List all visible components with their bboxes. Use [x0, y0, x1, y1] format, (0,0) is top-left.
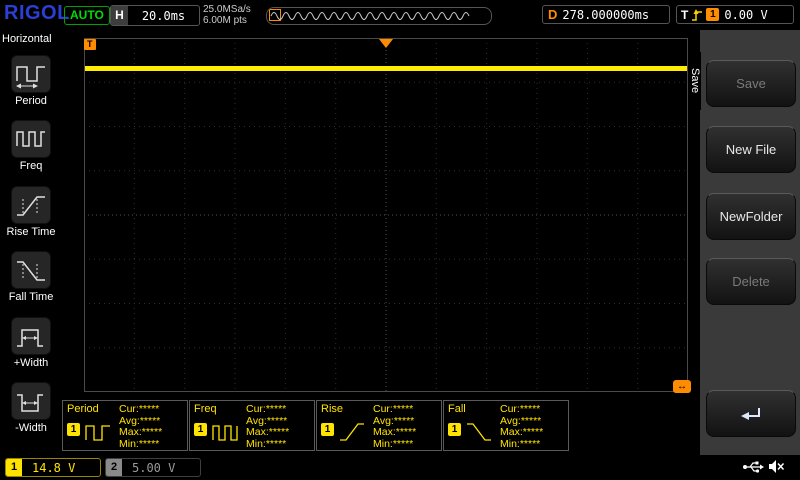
channel1-badge: 1: [6, 459, 22, 476]
max-value: Max:*****: [119, 427, 162, 439]
trigger-channel-badge: 1: [706, 8, 719, 21]
max-value: Max:*****: [373, 427, 416, 439]
measurement-freq[interactable]: Freq 1 Cur:***** Avg:***** Max:***** Min…: [189, 400, 315, 451]
period-icon: [11, 55, 51, 93]
plus-width-icon: [11, 317, 51, 355]
minus-width-icon: [11, 382, 51, 420]
measurement-values: Cur:***** Avg:***** Max:***** Min:*****: [119, 404, 162, 450]
delay-box[interactable]: D 278.000000ms: [542, 5, 670, 24]
fall-meas-icon: [465, 420, 495, 446]
trigger-status-badge[interactable]: AUTO: [64, 6, 110, 25]
max-value: Max:*****: [246, 427, 289, 439]
measurement-period[interactable]: Period 1 Cur:***** Avg:***** Max:***** M…: [62, 400, 188, 451]
sidebar-item-freq[interactable]: Freq: [0, 120, 62, 172]
memory-depth: 6.00M pts: [203, 15, 251, 26]
grid-lines: [84, 38, 688, 392]
channel2-badge: 2: [106, 459, 122, 476]
measurement-label: Fall: [448, 403, 466, 415]
measurement-rise[interactable]: Rise 1 Cur:***** Avg:***** Max:***** Min…: [316, 400, 442, 451]
measurement-label: Rise: [321, 403, 343, 415]
right-menu-panel: Save New File NewFolder Delete: [700, 30, 800, 455]
sidebar-item-label: Freq: [0, 160, 62, 172]
trigger-position-marker[interactable]: [379, 39, 393, 48]
min-value: Min:*****: [373, 439, 416, 451]
sidebar-item-label: +Width: [0, 357, 62, 369]
sample-rate: 25.0MSa/s: [203, 4, 251, 15]
sidebar-item-period[interactable]: Period: [0, 55, 62, 107]
cur-value: Cur:*****: [246, 404, 289, 416]
trigger-level-value: 0.00 V: [724, 8, 767, 22]
horizontal-scale-value: 20.0ms: [128, 9, 199, 23]
fall-time-icon: [11, 251, 51, 289]
sidebar-item-label: Fall Time: [0, 291, 62, 303]
acquisition-info: 25.0MSa/s 6.00M pts: [203, 4, 251, 26]
back-button[interactable]: [706, 390, 796, 437]
measurement-fall[interactable]: Fall 1 Cur:***** Avg:***** Max:***** Min…: [443, 400, 569, 451]
rigol-logo: RIGOL: [4, 2, 70, 25]
sidebar-item-rise-time[interactable]: Rise Time: [0, 186, 62, 238]
ch1-trace: [85, 66, 687, 71]
channel-badge: 1: [194, 423, 207, 436]
channel-badge: 1: [321, 423, 334, 436]
new-folder-button[interactable]: NewFolder: [706, 193, 796, 240]
sidebar-item-minus-width[interactable]: -Width: [0, 382, 62, 434]
sidebar-item-label: Period: [0, 95, 62, 107]
left-menu-title: Horizontal: [2, 33, 52, 45]
channel1-status[interactable]: 1 14.8 V: [5, 458, 101, 477]
channel2-status[interactable]: 2 5.00 V: [105, 458, 201, 477]
delay-marker[interactable]: ↔: [673, 380, 691, 393]
horizontal-label: H: [111, 6, 128, 25]
trigger-slope-icon: [691, 8, 703, 22]
channel-badge: 1: [67, 423, 80, 436]
speaker-muted-icon[interactable]: [768, 459, 785, 474]
usb-icon: [742, 460, 764, 474]
oscilloscope-screen: RIGOL AUTO H 20.0ms 25.0MSa/s 6.00M pts …: [0, 0, 800, 480]
rise-time-icon: [11, 186, 51, 224]
horizontal-scale-box[interactable]: H 20.0ms: [110, 5, 200, 26]
min-value: Min:*****: [119, 439, 162, 451]
cur-value: Cur:*****: [119, 404, 162, 416]
trigger-label: T: [681, 8, 688, 22]
memory-waveform-preview: [268, 8, 490, 23]
sidebar-item-label: Rise Time: [0, 226, 62, 238]
cur-value: Cur:*****: [373, 404, 416, 416]
period-meas-icon: [84, 420, 114, 446]
measurement-values: Cur:***** Avg:***** Max:***** Min:*****: [500, 404, 543, 450]
delete-button[interactable]: Delete: [706, 258, 796, 305]
max-value: Max:*****: [500, 427, 543, 439]
menu-tab-title: Save: [688, 52, 701, 110]
new-file-button[interactable]: New File: [706, 126, 796, 173]
delay-label: D: [548, 7, 557, 22]
cur-value: Cur:*****: [500, 404, 543, 416]
measurement-label: Period: [67, 403, 99, 415]
sidebar-item-fall-time[interactable]: Fall Time: [0, 251, 62, 303]
delay-value: 278.000000ms: [562, 8, 649, 22]
channel1-scale: 14.8 V: [32, 461, 75, 475]
channel-badge: 1: [448, 423, 461, 436]
freq-icon: [11, 120, 51, 158]
measurement-label: Freq: [194, 403, 217, 415]
sidebar-item-label: -Width: [0, 422, 62, 434]
trigger-box[interactable]: T 1 0.00 V: [676, 5, 794, 24]
min-value: Min:*****: [500, 439, 543, 451]
measurement-values: Cur:***** Avg:***** Max:***** Min:*****: [246, 404, 289, 450]
graticule: [84, 38, 688, 392]
horizontal-position-strip[interactable]: [266, 7, 492, 25]
measurement-values: Cur:***** Avg:***** Max:***** Min:*****: [373, 404, 416, 450]
min-value: Min:*****: [246, 439, 289, 451]
save-button[interactable]: Save: [706, 60, 796, 107]
rise-meas-icon: [338, 420, 368, 446]
sidebar-item-plus-width[interactable]: +Width: [0, 317, 62, 369]
channel2-scale: 5.00 V: [132, 461, 175, 475]
trigger-corner-marker[interactable]: T: [84, 39, 96, 50]
freq-meas-icon: [211, 420, 241, 446]
return-arrow-icon: [738, 405, 764, 423]
